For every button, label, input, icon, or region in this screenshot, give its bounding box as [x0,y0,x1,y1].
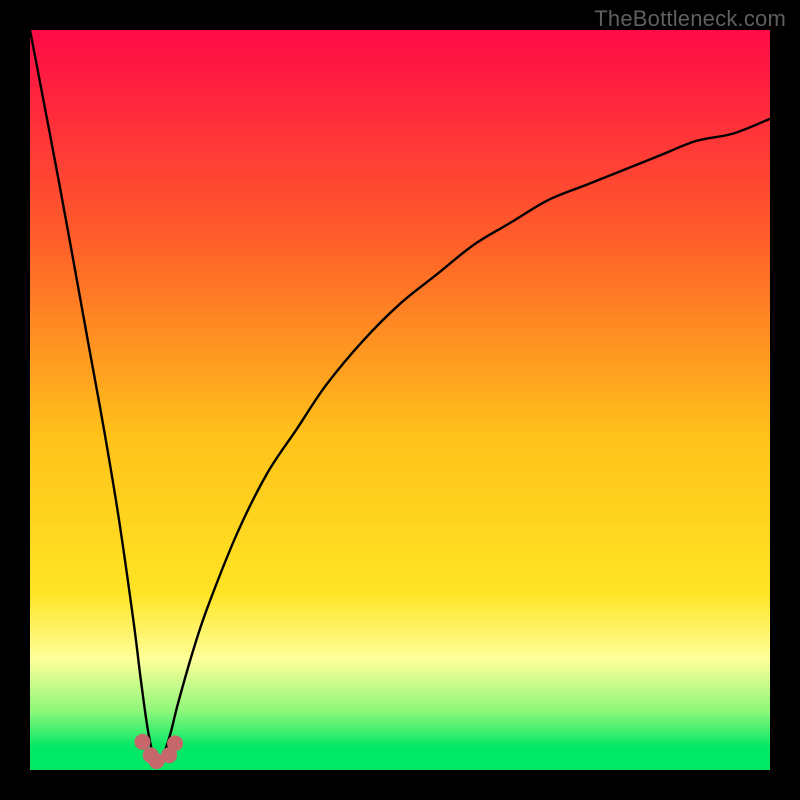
watermark-text: TheBottleneck.com [594,6,786,32]
minimum-dot [167,735,183,751]
curve-minimum-dots [134,734,183,769]
minimum-dot [134,734,150,750]
plot-area [30,30,770,770]
bottleneck-curve [30,30,770,764]
chart-frame: TheBottleneck.com [0,0,800,800]
curve-layer [30,30,770,770]
